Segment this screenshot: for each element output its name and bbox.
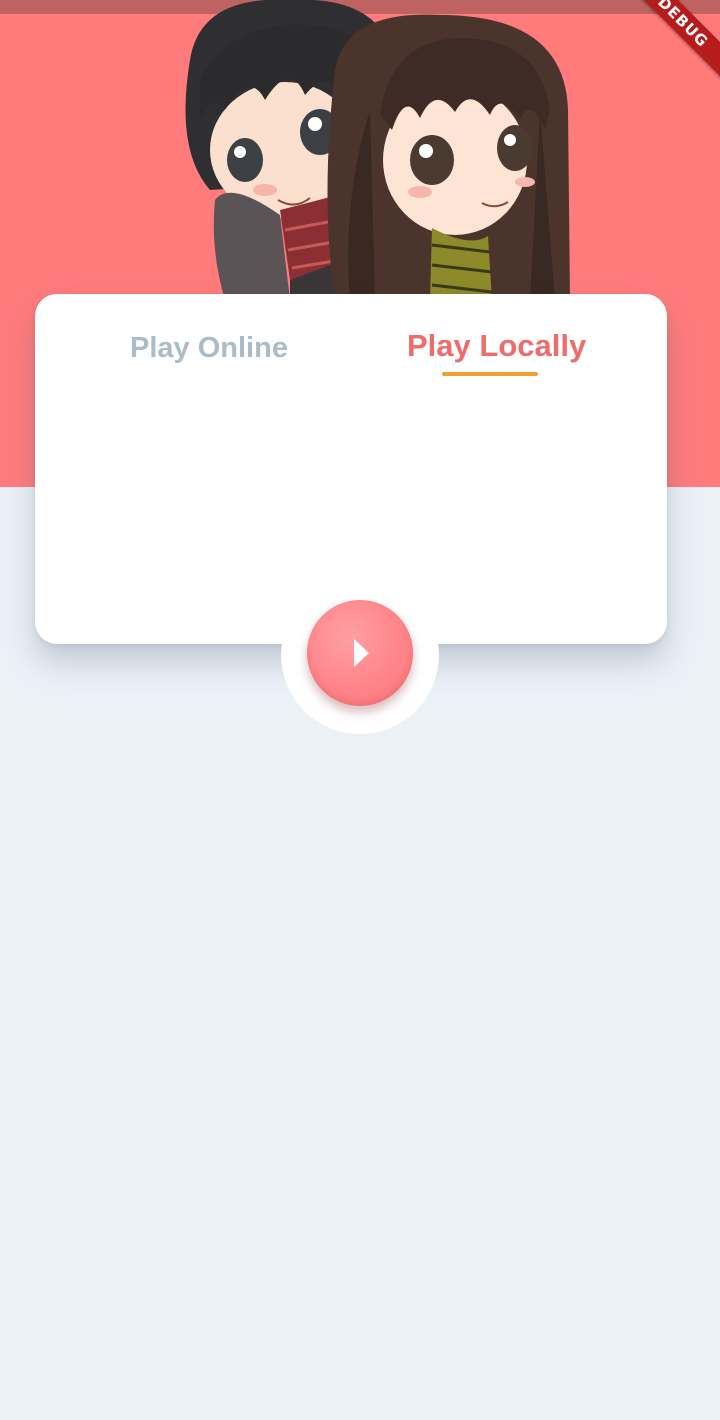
play-icon bbox=[354, 639, 369, 667]
tab-play-locally[interactable]: Play Locally bbox=[407, 328, 586, 364]
tab-selected-indicator bbox=[442, 372, 538, 376]
play-button[interactable] bbox=[307, 600, 413, 706]
chibi-couple-illustration bbox=[185, 0, 570, 300]
tab-play-online[interactable]: Play Online bbox=[130, 332, 288, 365]
